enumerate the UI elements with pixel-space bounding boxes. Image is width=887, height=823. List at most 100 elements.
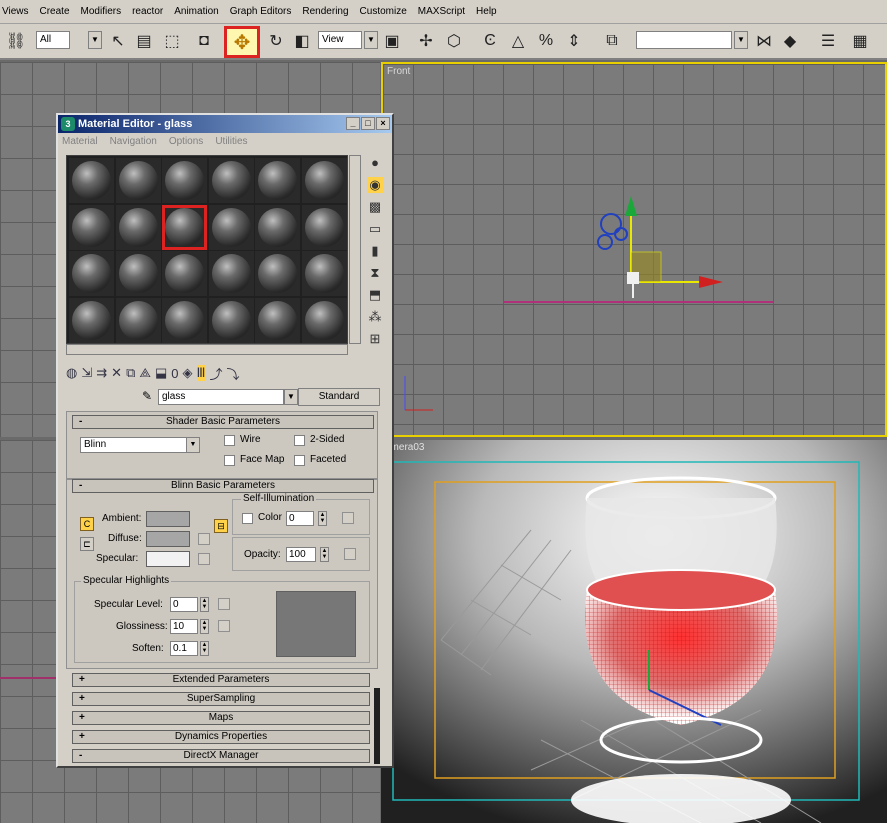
menu-animation[interactable]: Animation [174,6,218,17]
sample-slot[interactable] [115,204,161,250]
maps-rollout[interactable]: + Maps [72,711,370,725]
get-material-icon[interactable]: ◍ [66,365,77,381]
sample-slot[interactable] [162,204,207,250]
specular-map-button[interactable] [198,553,210,565]
sample-slot[interactable] [162,297,207,343]
material-effects-channel-icon[interactable]: 0 [171,366,178,381]
sample-slot[interactable] [208,297,254,343]
sample-slot[interactable] [162,251,207,296]
opacity-map-button[interactable] [344,548,356,560]
go-to-parent-icon[interactable]: ⤴ [209,364,222,383]
close-button[interactable]: × [376,117,390,130]
faceted-checkbox[interactable] [294,455,305,466]
rect-region-icon[interactable]: ⬚ [160,29,184,53]
ambient-swatch[interactable] [146,511,190,527]
select-by-material-icon[interactable]: ⁂ [367,309,383,325]
pivot-icon[interactable]: ▣ [380,29,404,53]
sample-slot[interactable] [69,251,114,296]
manipulate-icon[interactable]: ✢ [414,29,438,53]
sample-slot[interactable] [301,158,347,203]
sample-slot[interactable] [255,204,300,250]
sample-slots-hscroll[interactable] [66,344,348,355]
sample-slot[interactable] [301,251,347,296]
select-arrow-icon[interactable]: ↖ [106,29,130,53]
selection-filter[interactable]: All [36,31,70,49]
sample-slot[interactable] [301,204,347,250]
sample-slot[interactable] [69,297,114,343]
extended-parameters-rollout[interactable]: + Extended Parameters [72,673,370,687]
rotate-icon[interactable]: ↻ [264,29,288,53]
show-map-in-viewport-icon[interactable]: ◈ [183,365,193,381]
me-menu-navigation[interactable]: Navigation [110,136,157,147]
sample-slot[interactable] [115,158,161,203]
sample-slot[interactable] [255,158,300,203]
assign-to-selection-icon[interactable]: ⇉ [96,365,107,381]
put-to-scene-icon[interactable]: ⇲ [81,365,92,381]
material-editor-titlebar[interactable]: 3 Material Editor - glass _ □ × [58,115,392,133]
put-to-library-icon[interactable]: ⬓ [155,365,167,381]
sample-slot[interactable] [255,251,300,296]
sample-slot[interactable] [162,158,207,203]
lock-diffuse-specular-icon[interactable]: ⊏ [80,537,94,551]
maximize-button[interactable]: □ [361,117,375,130]
scale-icon[interactable]: ◧ [290,29,314,53]
glossiness-spinner[interactable]: ▲ ▼ [200,619,209,634]
opacity-spinner[interactable]: ▲ ▼ [320,547,329,562]
snap-icon[interactable]: Ͼ [478,29,502,53]
menu-help[interactable]: Help [476,6,497,17]
shader-type-dropdown[interactable]: Blinn ▼ [80,437,200,453]
named-selection-dropdown[interactable]: ▼ [734,31,748,49]
keyboard-shortcut-icon[interactable]: ⬡ [442,29,466,53]
specular-level-value[interactable]: 0 [170,597,198,612]
glossiness-map-button[interactable] [218,620,230,632]
specular-level-map-button[interactable] [218,598,230,610]
soften-value[interactable]: 0.1 [170,641,198,656]
sample-slot[interactable] [115,251,161,296]
menu-create[interactable]: Create [40,6,70,17]
sample-slot[interactable] [255,297,300,343]
menu-graph-editors[interactable]: Graph Editors [230,6,292,17]
camera-viewport[interactable]: amera03 [381,440,887,823]
sample-slot[interactable] [69,158,114,203]
video-color-check-icon[interactable]: ▮ [367,243,383,259]
material-type-button[interactable]: Standard [298,388,380,406]
move-icon[interactable]: ✥ [224,26,260,58]
ref-coord-field[interactable]: View [318,31,362,49]
angle-snap-icon[interactable]: △ [506,29,530,53]
specular-swatch[interactable] [146,551,190,567]
menu-rendering[interactable]: Rendering [302,6,348,17]
named-selection-field[interactable] [636,31,732,49]
two-sided-checkbox[interactable] [294,435,305,446]
curve-editor-icon[interactable]: ▦ [848,29,872,53]
sample-slot[interactable] [208,158,254,203]
go-forward-to-sibling-icon[interactable]: ⤵ [226,364,239,383]
opacity-value[interactable]: 100 [286,547,316,562]
menu-views[interactable]: Views [2,6,29,17]
lock-ambient-diffuse-icon[interactable]: C [80,517,94,531]
shader-rollout-header[interactable]: - Shader Basic Parameters [72,415,374,429]
ref-coord-dropdown[interactable]: ▼ [364,31,378,49]
face-map-checkbox[interactable] [224,455,235,466]
reset-map-icon[interactable]: ✕ [111,365,122,381]
specular-level-spinner[interactable]: ▲ ▼ [200,597,209,612]
directx-manager-rollout[interactable]: - DirectX Manager [72,749,370,763]
sample-slot[interactable] [69,204,114,250]
glossiness-value[interactable]: 10 [170,619,198,634]
supersampling-rollout[interactable]: + SuperSampling [72,692,370,706]
minimize-button[interactable]: _ [346,117,360,130]
selection-filter-dropdown[interactable]: ▼ [88,31,102,49]
backlight-icon[interactable]: ◉ [367,177,383,193]
named-selection-icon[interactable]: ⧉ [600,29,624,53]
self-illum-map-button[interactable] [342,512,354,524]
select-by-name-icon[interactable]: ▤ [132,29,156,53]
menu-modifiers[interactable]: Modifiers [81,6,122,17]
me-menu-options[interactable]: Options [169,136,203,147]
make-unique-icon[interactable]: ⟁ [139,365,151,381]
lock-map-icon[interactable]: ⊟ [214,519,228,533]
blinn-rollout-header[interactable]: - Blinn Basic Parameters [72,479,374,493]
sample-slot[interactable] [208,204,254,250]
self-illum-color-checkbox[interactable] [242,513,253,524]
wire-checkbox[interactable] [224,435,235,446]
make-preview-icon[interactable]: ⧗ [367,265,383,281]
dynamics-properties-rollout[interactable]: + Dynamics Properties [72,730,370,744]
